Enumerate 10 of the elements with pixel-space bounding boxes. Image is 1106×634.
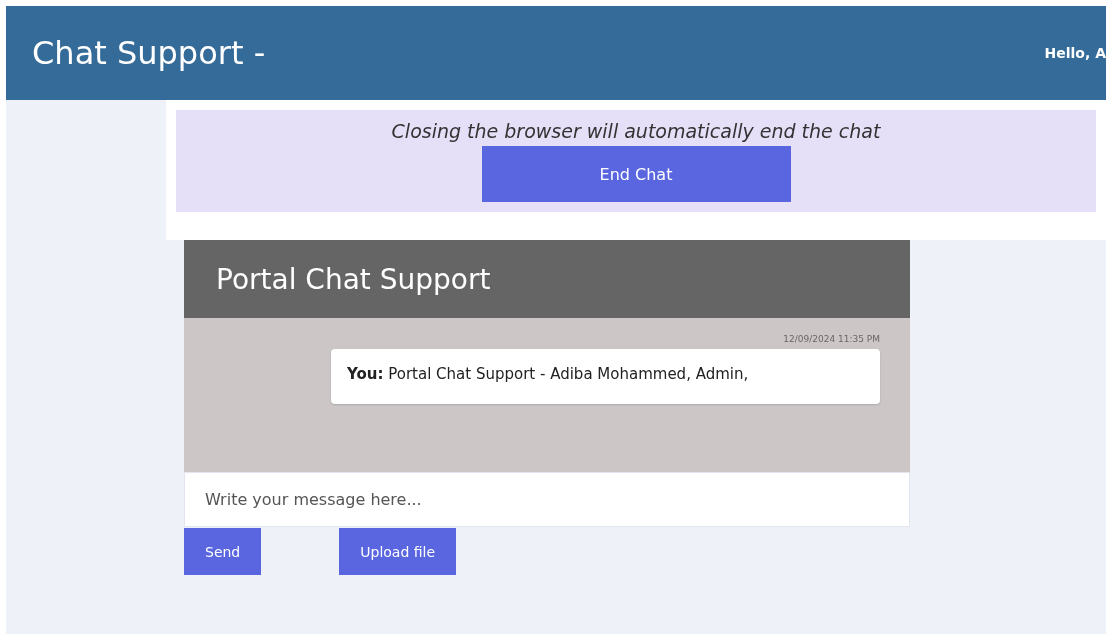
chat-button[interactable]: Upload file	[339, 528, 457, 575]
end-chat-button[interactable]: End Chat	[481, 146, 791, 202]
message-time: 12/09/2024 11:35 PM	[783, 334, 880, 344]
app-title: Chat Support -	[32, 34, 266, 72]
notice-text: Closing the browser will automatically end the chat	[391, 120, 881, 142]
message-input[interactable]: Write your message here...	[184, 472, 910, 527]
chat-title: Portal Chat Support	[216, 262, 491, 296]
greeting: Hello, A	[1044, 45, 1106, 61]
message-text: You: Portal Chat Support - Adiba Mohammed, Admin,	[347, 364, 750, 385]
chat-button[interactable]: Send	[184, 528, 262, 575]
